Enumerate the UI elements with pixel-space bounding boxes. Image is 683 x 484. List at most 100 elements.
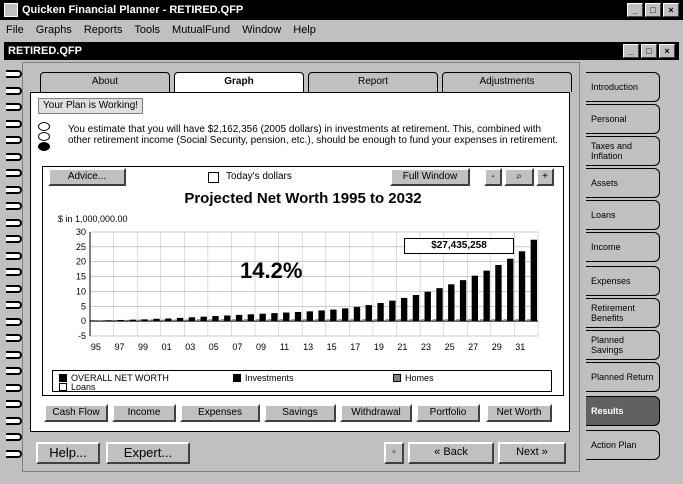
doc-minimize-button[interactable]: _ (623, 44, 639, 58)
bar-investments (377, 303, 384, 322)
document-icon[interactable]: ▫ (384, 442, 404, 464)
sidebar-item-expenses[interactable]: Expenses (586, 266, 660, 296)
back-arrow-icon: « (434, 446, 441, 458)
binder-ring (6, 86, 22, 95)
x-tick-label: 31 (515, 342, 525, 352)
menu-file[interactable]: File (6, 24, 24, 36)
back-button[interactable]: « Back (408, 442, 494, 464)
menu-help[interactable]: Help (293, 24, 316, 36)
bar-homes (420, 319, 425, 322)
net-worth-button[interactable]: Net Worth (486, 404, 552, 422)
menu-tools[interactable]: Tools (134, 24, 160, 36)
sidebar-item-taxes[interactable]: Taxes and Inflation (586, 136, 660, 166)
sidebar-item-personal[interactable]: Personal (586, 104, 660, 134)
close-button[interactable]: × (663, 3, 679, 17)
bar-investments (483, 270, 490, 322)
binder-ring (6, 185, 22, 194)
zoom-icon[interactable]: ⌕ (504, 168, 534, 186)
bar-homes (255, 319, 260, 322)
x-tick-label: 95 (91, 342, 101, 352)
legend-item: Investments (233, 373, 294, 383)
zoom-in-button[interactable]: + (536, 168, 554, 186)
menu-window[interactable]: Window (242, 24, 281, 36)
sidebar-item-loans[interactable]: Loans (586, 200, 660, 230)
window-title: Quicken Financial Planner - RETIRED.QFP (22, 4, 244, 16)
sidebar-item-planned-savings[interactable]: Planned Savings (586, 330, 660, 360)
sidebar-item-action-plan[interactable]: Action Plan (586, 430, 660, 460)
bar-investments (212, 316, 219, 322)
bar-investments (389, 300, 396, 322)
x-tick-label: 17 (350, 342, 360, 352)
bar-homes (267, 319, 272, 322)
bar-investments (400, 297, 408, 322)
sidebar-item-introduction[interactable]: Introduction (586, 72, 660, 102)
y-tick-label: 30 (76, 227, 86, 237)
bar-homes (220, 319, 225, 322)
advice-button[interactable]: Advice... (48, 168, 126, 186)
savings-button[interactable]: Savings (264, 404, 336, 422)
income-button[interactable]: Income (112, 404, 176, 422)
tab-graph[interactable]: Graph (174, 72, 304, 94)
menu-graphs[interactable]: Graphs (36, 24, 72, 36)
bar-investments (459, 280, 467, 322)
zoom-out-button[interactable]: - (484, 168, 502, 186)
menu-mutualfund[interactable]: MutualFund (172, 24, 230, 36)
binder-ring (6, 169, 22, 177)
menu-reports[interactable]: Reports (84, 24, 123, 36)
bar-investments (436, 288, 443, 322)
sidebar-item-retirement-benefits[interactable]: Retirement Benefits (586, 298, 660, 328)
full-window-button[interactable]: Full Window (390, 168, 470, 186)
y-tick-label: 10 (76, 286, 86, 296)
minimize-button[interactable]: _ (627, 3, 643, 17)
expenses-button[interactable]: Expenses (180, 404, 260, 422)
bar-investments (271, 313, 278, 322)
notebook-binder (4, 62, 22, 472)
y-tick-label: -5 (78, 331, 86, 341)
portfolio-button[interactable]: Portfolio (416, 404, 480, 422)
bar-homes (244, 319, 248, 322)
next-button[interactable]: Next » (498, 442, 566, 464)
bar-investments (94, 320, 101, 322)
bar-investments (471, 275, 479, 322)
binder-ring (6, 119, 22, 128)
binder-ring (6, 433, 22, 441)
binder-ring (6, 103, 22, 111)
sidebar-item-results[interactable]: Results (586, 396, 660, 426)
bar-homes (303, 319, 307, 322)
binder-ring (6, 284, 22, 293)
x-tick-label: 15 (327, 342, 337, 352)
bar-homes (208, 319, 213, 322)
binder-ring (6, 334, 22, 342)
bar-investments (507, 258, 514, 322)
bar-homes (291, 319, 295, 322)
bar-investments (106, 320, 113, 322)
tab-report[interactable]: Report (308, 72, 438, 92)
sidebar-item-planned-return[interactable]: Planned Return (586, 362, 660, 392)
todays-dollars-label: Today's dollars (226, 171, 292, 182)
binder-ring (6, 70, 22, 78)
doc-maximize-button[interactable]: □ (641, 44, 657, 58)
bar-investments (318, 310, 325, 322)
bar-homes (409, 319, 413, 322)
tab-adjustments[interactable]: Adjustments (442, 72, 572, 92)
bar-investments (294, 311, 302, 322)
binder-ring (6, 416, 22, 425)
bar-investments (141, 319, 148, 322)
doc-close-button[interactable]: × (659, 44, 675, 58)
sidebar-item-income[interactable]: Income (586, 232, 660, 262)
todays-dollars-checkbox[interactable] (208, 172, 219, 183)
cash-flow-button[interactable]: Cash Flow (44, 404, 108, 422)
binder-ring (6, 235, 22, 243)
help-button[interactable]: Help... (36, 442, 100, 464)
maximize-button[interactable]: □ (645, 3, 661, 17)
bar-investments (424, 291, 431, 322)
bar-investments (330, 309, 337, 322)
withdrawal-button[interactable]: Withdrawal (340, 404, 412, 422)
binder-ring (6, 350, 22, 359)
sidebar-item-assets[interactable]: Assets (586, 168, 660, 198)
expert-button[interactable]: Expert... (106, 442, 190, 464)
tab-about[interactable]: About (40, 72, 170, 92)
bar-homes (350, 319, 354, 322)
bar-investments (153, 318, 160, 322)
x-tick-label: 21 (397, 342, 407, 352)
